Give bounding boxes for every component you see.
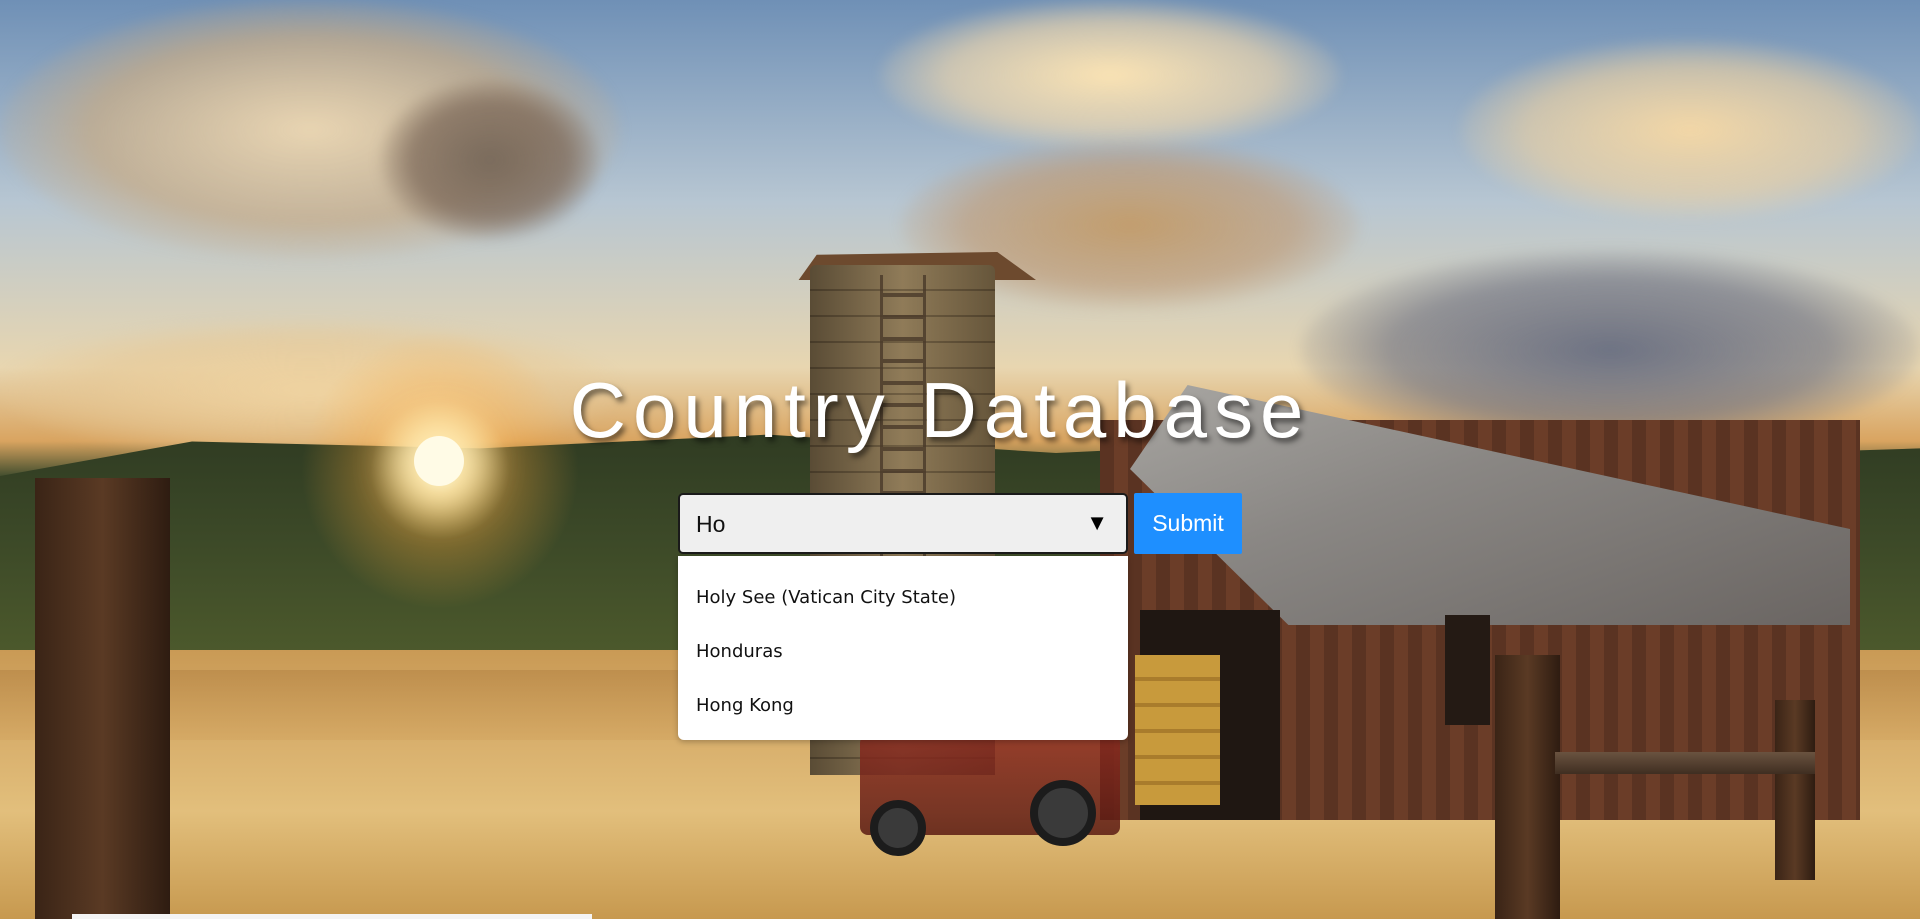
fence-post — [35, 478, 170, 919]
cloud — [880, 0, 1340, 150]
fence-rail — [1555, 752, 1815, 774]
country-search-combobox[interactable]: ▼ — [678, 493, 1128, 554]
autocomplete-dropdown: Holy See (Vatican City State) Honduras H… — [678, 556, 1128, 740]
hay-bales — [1135, 655, 1220, 805]
dropdown-item[interactable]: Holy See (Vatican City State) — [678, 571, 1128, 625]
dropdown-item[interactable]: Honduras — [678, 625, 1128, 679]
cloud — [380, 80, 600, 240]
triangle-down-icon[interactable]: ▼ — [1086, 511, 1108, 535]
background-image: Country Database ▼ Submit Holy See (Vati… — [0, 0, 1920, 919]
fence-post — [1775, 700, 1815, 880]
submit-button[interactable]: Submit — [1134, 493, 1242, 554]
fence-post — [1495, 655, 1560, 919]
horizontal-scrollbar[interactable] — [72, 914, 592, 919]
country-search-input[interactable] — [694, 495, 1068, 554]
dropdown-item[interactable]: Hong Kong — [678, 679, 1128, 733]
tractor-wheel — [1030, 780, 1096, 846]
page-title: Country Database — [569, 366, 1311, 454]
tractor-wheel — [870, 800, 926, 856]
cloud — [1460, 40, 1920, 220]
barn-window — [1445, 615, 1490, 725]
